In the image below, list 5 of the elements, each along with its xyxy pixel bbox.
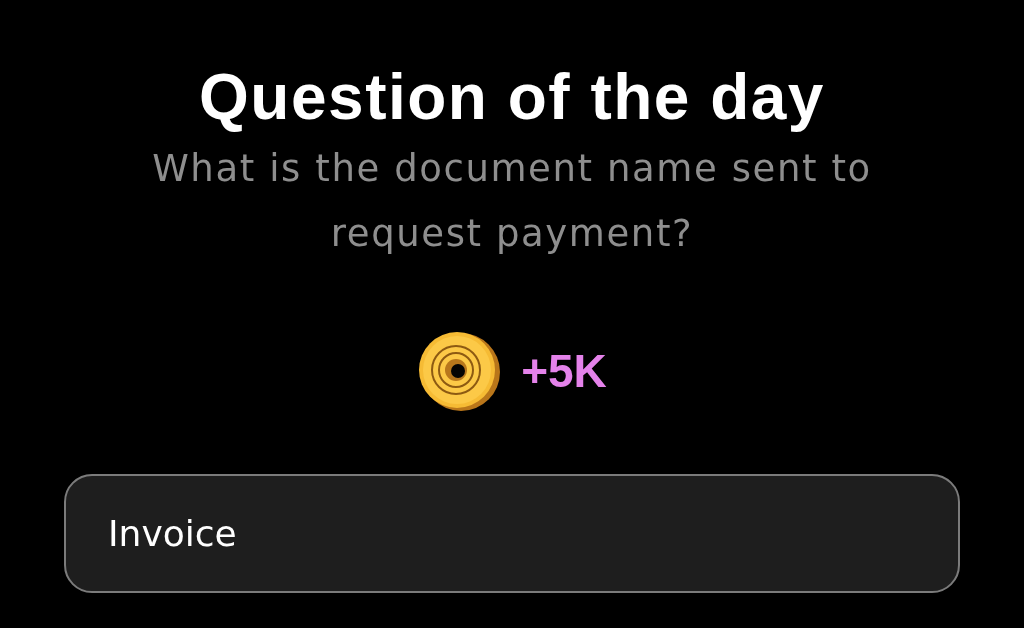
coin-icon (417, 330, 502, 412)
question-text: What is the document name sent to request payment? (151, 146, 873, 257)
page-title: Question of the day (199, 60, 825, 134)
answer-field[interactable]: Invoice (64, 474, 960, 593)
reward-amount: +5K (521, 344, 607, 398)
